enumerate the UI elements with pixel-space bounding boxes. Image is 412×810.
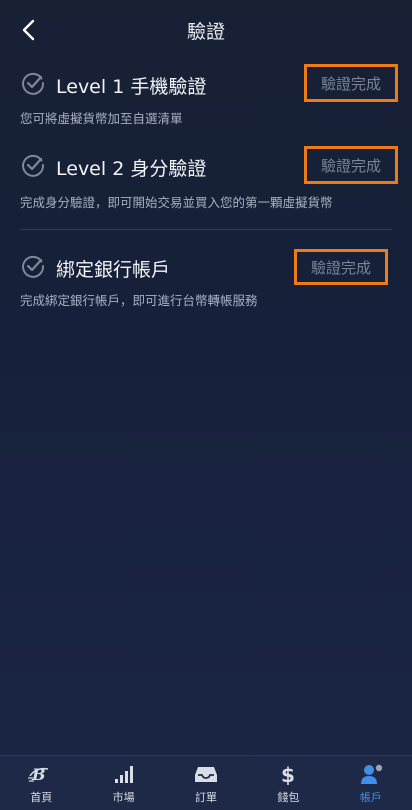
tab-orders[interactable]: 訂單	[165, 756, 247, 810]
check-circle-icon	[22, 72, 45, 95]
verification-item-desc: 完成綁定銀行帳戶，即可進行台幣轉帳服務	[20, 293, 258, 308]
home-logo-icon: B	[28, 765, 49, 784]
verification-status: 驗證完成	[293, 249, 388, 285]
verification-item-level1: Level 1 手機驗證 驗證完成 您可將虛擬貨幣加至自選清單	[0, 62, 412, 142]
tab-label: 錢包	[277, 791, 300, 804]
verification-status: 驗證完成	[303, 64, 398, 102]
verification-status: 驗證完成	[303, 146, 398, 184]
dollar-sign-icon: $	[281, 763, 295, 785]
verification-item-title: Level 1 手機驗證	[56, 76, 207, 98]
verification-item-desc: 完成身分驗證，即可開始交易並買入您的第一顆虛擬貨幣	[20, 195, 333, 210]
tab-account[interactable]: 帳戶	[330, 756, 412, 810]
tab-home[interactable]: B 首頁	[0, 756, 82, 810]
user-icon	[360, 764, 383, 784]
tab-label: 市場	[112, 791, 135, 804]
check-circle-icon	[22, 154, 45, 177]
tab-label: 訂單	[195, 791, 218, 804]
signal-bars-icon	[114, 766, 133, 783]
page-title: 驗證	[186, 21, 225, 43]
header: 驗證	[0, 0, 412, 60]
verification-item-desc: 您可將虛擬貨幣加至自選清單	[20, 111, 183, 126]
verification-item-bank: 綁定銀行帳戶 驗證完成 完成綁定銀行帳戶，即可進行台幣轉帳服務	[0, 246, 412, 316]
tab-label: 首頁	[30, 791, 53, 804]
check-circle-icon	[22, 255, 45, 278]
tab-wallet[interactable]: $ 錢包	[247, 756, 329, 810]
verification-item-title: 綁定銀行帳戶	[56, 259, 171, 281]
tab-market[interactable]: 市場	[82, 756, 164, 810]
verification-item-level2: Level 2 身分驗證 驗證完成 完成身分驗證，即可開始交易並買入您的第一顆虛…	[0, 144, 412, 224]
bottom-tab-bar: B 首頁 市場 訂單 $ 錢包 帳戶	[0, 755, 412, 810]
verification-item-title: Level 2 身分驗證	[56, 158, 207, 180]
divider	[20, 229, 392, 230]
tab-label: 帳戶	[359, 791, 382, 804]
svg-text:$: $	[281, 763, 295, 785]
inbox-tray-icon	[195, 767, 218, 782]
